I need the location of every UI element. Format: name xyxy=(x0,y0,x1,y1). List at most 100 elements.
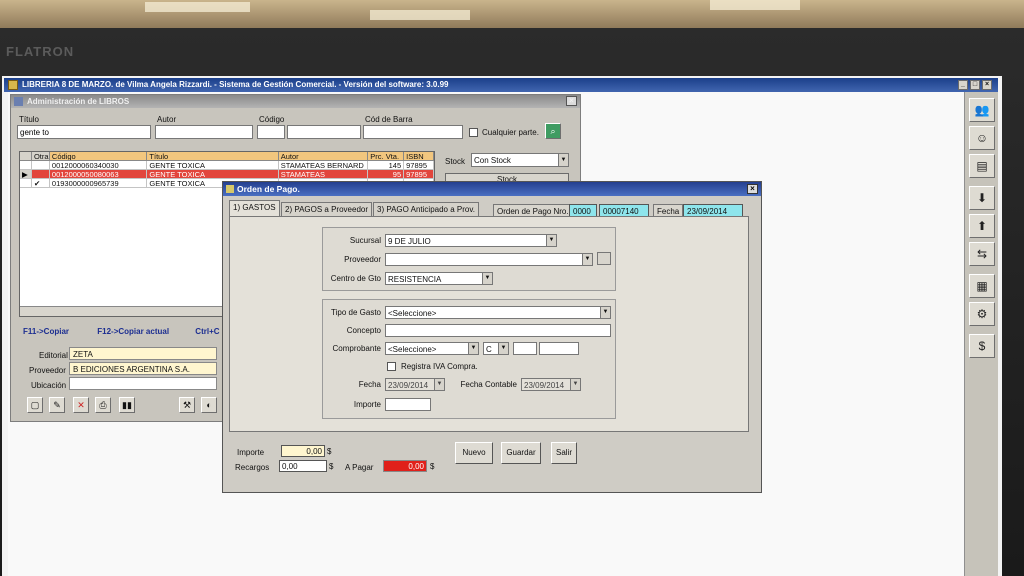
chevron-down-icon[interactable]: ▼ xyxy=(434,379,444,390)
person-icon[interactable]: ☺ xyxy=(969,126,995,150)
ceiling-light xyxy=(370,10,470,20)
grid-header-codigo[interactable]: Código xyxy=(49,152,148,161)
close-button[interactable]: × xyxy=(982,80,992,90)
delete-icon[interactable]: ✕ xyxy=(73,397,89,413)
main-window-title: LIBRERIA 8 DE MARZO. de Vilma Angela Riz… xyxy=(22,80,449,89)
grid-header-isbn[interactable]: ISBN xyxy=(404,152,434,161)
grid-header-titulo[interactable]: Título xyxy=(147,152,279,161)
barcode-icon[interactable]: ▮▮ xyxy=(119,397,135,413)
concepto-input[interactable] xyxy=(385,324,611,337)
table-row-selected[interactable]: ▶ 0012000050080063 GENTE TOXICA STAMATEA… xyxy=(20,170,434,179)
money-icon[interactable]: $ xyxy=(969,334,995,358)
arrow-up-icon[interactable]: ⬆ xyxy=(969,214,995,238)
fecha-contable-picker[interactable]: 23/09/2014 ▼ xyxy=(521,378,581,391)
nuevo-button[interactable]: Nuevo xyxy=(455,442,493,464)
row-marker xyxy=(20,161,32,170)
tipo-gasto-select-value: <Seleccione> xyxy=(388,309,437,318)
chevron-down-icon[interactable]: ▼ xyxy=(600,307,610,318)
row-checkbox[interactable]: ✔ xyxy=(31,179,50,188)
row-codigo: 0012000060340030 xyxy=(49,161,148,170)
titulo-label: Título xyxy=(19,115,40,124)
codigo-input[interactable] xyxy=(287,125,361,139)
chevron-down-icon[interactable]: ▼ xyxy=(582,254,592,265)
sucursal-select[interactable]: 9 DE JULIO ▼ xyxy=(385,234,557,247)
users-icon[interactable]: 👥 xyxy=(969,98,995,122)
new-document-icon[interactable]: ▢ xyxy=(27,397,43,413)
grid-header: Otra Código Título Autor Prc. Vta. ISBN xyxy=(20,152,434,161)
orden-pago-dialog: Orden de Pago. × 1) GASTOS 2) PAGOS a Pr… xyxy=(222,181,762,493)
tab-pago-anticipado[interactable]: 3) PAGO Anticipado a Prov. xyxy=(373,202,479,216)
ubicacion-label: Ubicación xyxy=(31,381,67,390)
proveedor-label: Proveedor xyxy=(344,255,381,264)
total-importe-label: Importe xyxy=(237,448,265,457)
row-isbn: 97895 xyxy=(404,161,434,170)
centro-gasto-select[interactable]: RESISTENCIA ▼ xyxy=(385,272,493,285)
grid-header-autor[interactable]: Autor xyxy=(278,152,369,161)
stock-select[interactable]: Con Stock ▼ xyxy=(471,153,569,167)
grid-header-otra[interactable]: Otra xyxy=(31,152,50,161)
row-precio: 145 xyxy=(368,161,405,170)
guardar-button[interactable]: Guardar xyxy=(501,442,541,464)
report-icon[interactable]: ▦ xyxy=(969,274,995,298)
row-titulo: GENTE TOXICA xyxy=(147,170,279,179)
minimize-button[interactable]: _ xyxy=(958,80,968,90)
shortcut-ctrl: Ctrl+C xyxy=(195,327,220,336)
comprobante-punto-venta-input[interactable] xyxy=(513,342,537,355)
centro-gasto-label: Centro de Gto xyxy=(330,274,381,283)
settings-icon[interactable]: ⚙ xyxy=(969,302,995,326)
table-row[interactable]: 0012000060340030 GENTE TOXICA STAMATEAS … xyxy=(20,161,434,170)
gasto-detalle-group: Tipo de Gasto <Seleccione> ▼ Concepto Co… xyxy=(322,299,616,419)
titulo-input[interactable]: gente to xyxy=(17,125,151,139)
codigo-label: Código xyxy=(259,115,285,124)
chevron-down-icon[interactable]: ▼ xyxy=(482,273,492,284)
chevron-down-icon[interactable]: ▼ xyxy=(546,235,556,246)
codigo-prefix-input[interactable] xyxy=(257,125,285,139)
arrow-down-icon[interactable]: ⬇ xyxy=(969,186,995,210)
row-marker xyxy=(20,179,32,188)
search-button-icon[interactable]: ⌕ xyxy=(545,123,561,139)
book-icon[interactable]: ▤ xyxy=(969,154,995,178)
tools-icon[interactable]: ⚒ xyxy=(179,397,195,413)
edit-icon[interactable]: ✎ xyxy=(49,397,65,413)
stock-select-value: Con Stock xyxy=(474,156,511,165)
cualquier-parte-checkbox[interactable] xyxy=(469,128,478,137)
chevron-down-icon[interactable]: ▼ xyxy=(498,343,508,354)
exit-icon[interactable]: ◐ xyxy=(201,397,217,413)
chevron-down-icon[interactable]: ▼ xyxy=(570,379,580,390)
comprobante-letra-select[interactable]: C ▼ xyxy=(483,342,509,355)
libros-window-title: Administración de LIBROS xyxy=(27,97,130,106)
proveedor-select[interactable]: ▼ xyxy=(385,253,593,266)
tab-gastos[interactable]: 1) GASTOS xyxy=(229,200,280,216)
cod-barra-input[interactable] xyxy=(363,125,463,139)
grid-header-marker xyxy=(20,152,32,161)
salir-button[interactable]: Salir xyxy=(551,442,577,464)
fecha-contable-value: 23/09/2014 xyxy=(524,381,565,390)
transfer-icon[interactable]: ⇆ xyxy=(969,242,995,266)
importe-input[interactable] xyxy=(385,398,431,411)
chevron-down-icon[interactable]: ▼ xyxy=(468,343,478,354)
orden-close-button[interactable]: × xyxy=(747,184,758,194)
currency-symbol: $ xyxy=(327,447,332,456)
row-autor: STAMATEAS xyxy=(278,170,369,179)
row-titulo: GENTE TOXICA xyxy=(147,161,279,170)
autor-input[interactable] xyxy=(155,125,253,139)
registra-iva-checkbox[interactable] xyxy=(387,362,396,371)
grid-header-precio[interactable]: Prc. Vta. xyxy=(368,152,405,161)
tipo-gasto-select[interactable]: <Seleccione> ▼ xyxy=(385,306,611,319)
maximize-button[interactable]: □ xyxy=(970,80,980,90)
tab-pagos-proveedor[interactable]: 2) PAGOS a Proveedor xyxy=(281,202,372,216)
cod-barra-label: Cód de Barra xyxy=(365,115,413,124)
chevron-down-icon[interactable]: ▼ xyxy=(558,154,568,166)
ubicacion-field[interactable] xyxy=(69,377,217,390)
comprobante-select[interactable]: <Seleccione> ▼ xyxy=(385,342,479,355)
fecha-comprobante-picker[interactable]: 23/09/2014 ▼ xyxy=(385,378,445,391)
main-title-bar: LIBRERIA 8 DE MARZO. de Vilma Angela Riz… xyxy=(4,78,998,92)
print-icon[interactable]: ⎙ xyxy=(95,397,111,413)
libros-close-button[interactable]: × xyxy=(566,96,577,106)
proveedor-lookup-button[interactable] xyxy=(597,252,611,265)
sucursal-select-value: 9 DE JULIO xyxy=(388,237,431,246)
row-checkbox[interactable] xyxy=(31,161,50,170)
comprobante-numero-input[interactable] xyxy=(539,342,579,355)
recargos-input[interactable]: 0,00 xyxy=(279,460,327,472)
row-checkbox[interactable] xyxy=(31,170,50,179)
